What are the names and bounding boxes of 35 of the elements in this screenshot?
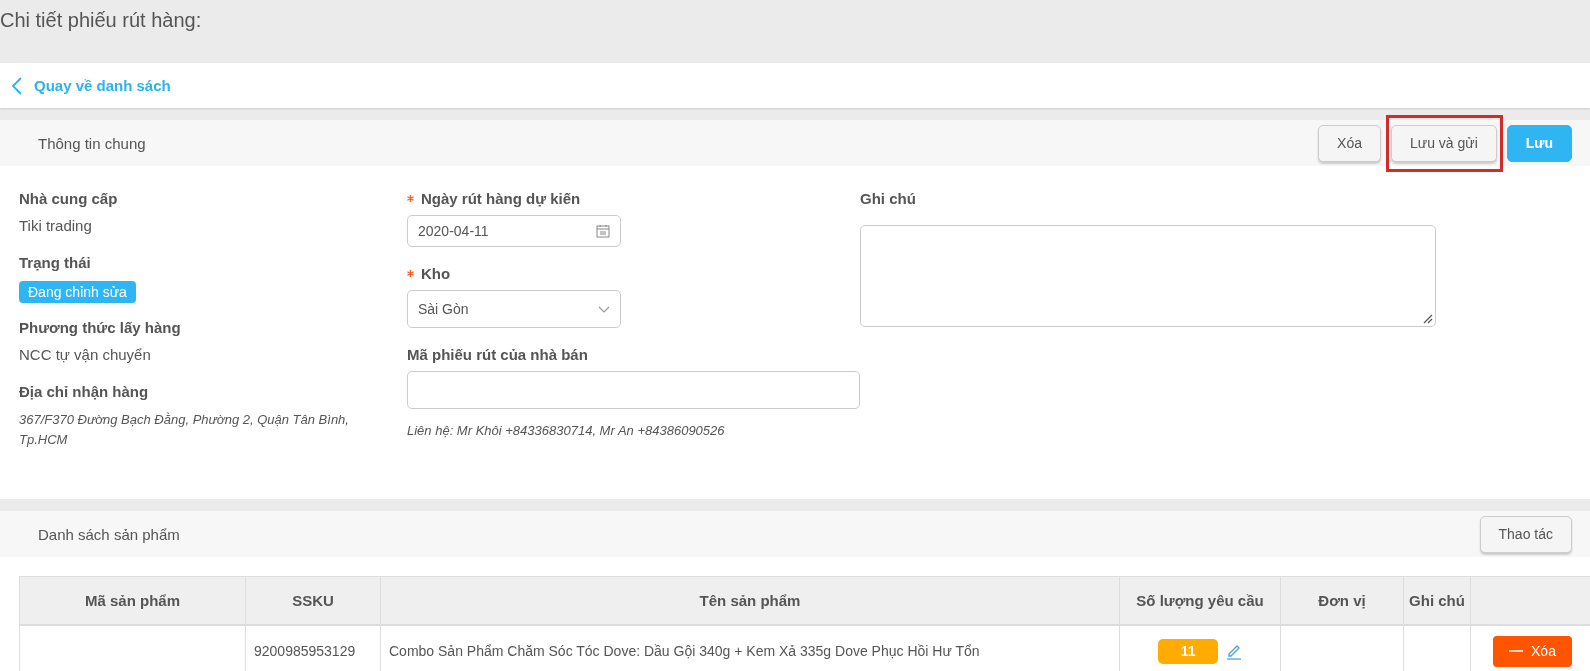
- status-badge: Đang chỉnh sửa: [19, 281, 136, 303]
- field-label: Ngày rút hàng dự kiến: [421, 190, 581, 207]
- warehouse-select[interactable]: Sài Gòn: [407, 290, 621, 328]
- field-label: Nhà cung cấp: [19, 190, 119, 207]
- date-field[interactable]: 2020-04-11: [407, 215, 621, 247]
- input-field[interactable]: [407, 371, 860, 409]
- field-value: Tiki trading: [19, 217, 93, 234]
- field-label: Phương thức lấy hàng: [19, 319, 182, 336]
- quantity-badge: 11: [1158, 638, 1219, 664]
- column-header: Tên sản phẩm: [380, 576, 1120, 625]
- resize-grip-icon: [1423, 314, 1433, 324]
- action-button[interactable]: Xóa: [1318, 124, 1381, 162]
- field-label: Ghi chú: [860, 190, 917, 207]
- field-label: Trạng thái: [19, 254, 92, 271]
- calendar-icon: [596, 224, 610, 238]
- column-header: Ghi chú: [1403, 576, 1471, 625]
- column-header: Đơn vị: [1280, 576, 1404, 625]
- field-label: Địa chỉ nhận hàng: [19, 383, 150, 400]
- field-label: Mã phiếu rút của nhà bán: [407, 346, 588, 363]
- action-button[interactable]: Thao tác: [1479, 515, 1572, 553]
- page-title: Chi tiết phiếu rút hàng:: [0, 9, 202, 32]
- column-header: Mã sản phẩm: [19, 576, 246, 625]
- note-field[interactable]: [860, 225, 1436, 327]
- field-value: NCC tự vận chuyển: [19, 346, 152, 363]
- chevron-left-icon: [12, 76, 22, 95]
- column-header: SSKU: [245, 576, 381, 625]
- contact-text: Liên hệ: Mr Khôi +84336830714, Mr An +84386090526: [407, 423, 726, 438]
- section-title: Danh sách sản phẩm: [38, 525, 180, 543]
- column-header: Số lượng yêu cầu: [1119, 576, 1281, 625]
- action-button[interactable]: Lưu và gửi: [1390, 124, 1497, 162]
- chevron-down-icon: [598, 305, 610, 313]
- minus-icon: [1509, 650, 1524, 652]
- section-title: Thông tin chung: [38, 134, 146, 152]
- field-label: Kho: [421, 265, 451, 282]
- address-text: 367/F370 Đường Bạch Đằng, Phường 2, Quận Tân Bình, Tp.HCM: [19, 411, 350, 449]
